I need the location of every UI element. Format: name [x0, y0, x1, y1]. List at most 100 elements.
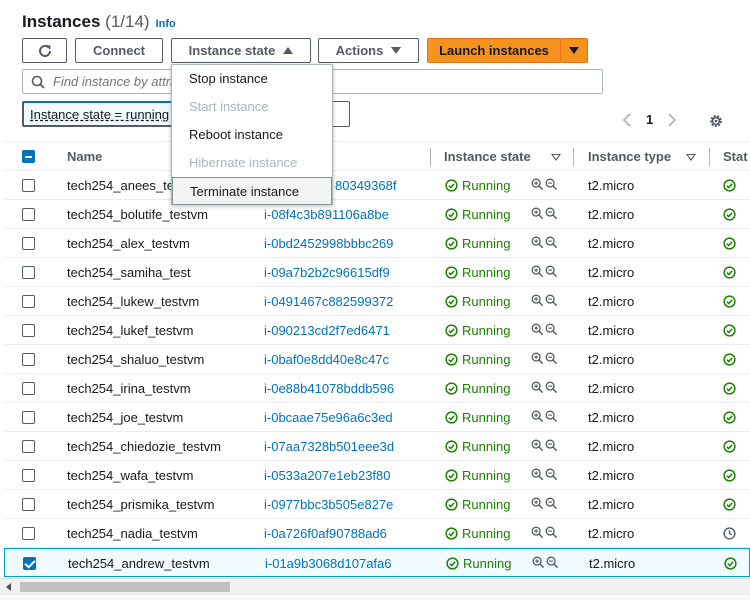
zoom-out-icon[interactable] — [545, 352, 558, 368]
column-header-instance-state[interactable]: Instance state — [444, 142, 531, 172]
zoom-out-icon[interactable] — [545, 178, 558, 194]
row-checkbox[interactable] — [22, 527, 35, 540]
instance-id-link[interactable]: i-0491467c882599372 — [264, 287, 393, 316]
zoom-in-icon[interactable] — [531, 439, 544, 455]
row-checkbox[interactable] — [22, 324, 35, 337]
instance-state-button[interactable]: Instance state — [171, 38, 311, 63]
table-row[interactable]: tech254_wafa_testvm i-0533a207e1eb23f80 Ru… — [4, 461, 750, 490]
zoom-in-icon[interactable] — [532, 556, 545, 572]
page-number[interactable]: 1 — [646, 112, 653, 127]
column-header-instance-type[interactable]: Instance type — [588, 142, 671, 172]
zoom-out-icon[interactable] — [545, 526, 558, 542]
zoom-out-icon[interactable] — [545, 323, 558, 339]
instance-id-link[interactable]: i-0baf0e8dd40e8c47c — [264, 345, 389, 374]
filter-caret-icon[interactable] — [551, 154, 561, 161]
filter-caret-icon[interactable] — [686, 154, 696, 161]
chevron-right-icon[interactable] — [667, 112, 677, 127]
zoom-in-icon[interactable] — [531, 526, 544, 542]
instance-id-link[interactable]: i-01a9b3068d107afa6 — [265, 549, 392, 578]
table-row[interactable]: tech254_lukef_testvm i-090213cd2f7ed6471 R… — [4, 316, 750, 345]
table-row[interactable]: tech254_alex_testvm i-0bd2452998bbbc269 Ru… — [4, 229, 750, 258]
filter-chip-label[interactable]: Instance state = running — [23, 102, 173, 126]
horizontal-scrollbar[interactable] — [0, 578, 750, 594]
table-row[interactable]: tech254_nadia_testvm i-0a726f0af90788ad6 R… — [4, 519, 750, 548]
instance-id-link[interactable]: i-0bcaae75e96a6c3ed — [264, 403, 393, 432]
select-all-checkbox[interactable] — [22, 150, 35, 163]
row-checkbox[interactable] — [23, 557, 36, 570]
zoom-in-icon[interactable] — [531, 381, 544, 397]
info-link[interactable]: Info — [156, 18, 176, 30]
row-checkbox[interactable] — [22, 295, 35, 308]
zoom-out-icon[interactable] — [545, 236, 558, 252]
launch-instances-button[interactable]: Launch instances — [427, 38, 561, 63]
row-checkbox[interactable] — [22, 353, 35, 366]
table-row[interactable]: tech254_andrew_testvm i-01a9b3068d107afa6… — [4, 548, 750, 577]
zoom-out-icon[interactable] — [545, 468, 558, 484]
zoom-out-icon[interactable] — [545, 265, 558, 281]
scroll-left-icon[interactable] — [6, 583, 11, 591]
column-divider[interactable] — [573, 148, 574, 166]
column-divider[interactable] — [709, 148, 710, 166]
zoom-in-icon[interactable] — [531, 410, 544, 426]
instance-id-link[interactable]: 80349368f — [335, 171, 396, 200]
row-checkbox[interactable] — [22, 440, 35, 453]
refresh-button[interactable] — [22, 38, 67, 63]
row-checkbox[interactable] — [22, 208, 35, 221]
zoom-in-icon[interactable] — [531, 294, 544, 310]
zoom-out-icon[interactable] — [545, 410, 558, 426]
menu-item-terminate-instance[interactable]: Terminate instance — [172, 177, 332, 205]
instance-id-link[interactable]: i-09a7b2b2c96615df9 — [264, 258, 390, 287]
row-checkbox[interactable] — [22, 411, 35, 424]
instance-id-link[interactable]: i-0e88b41078bddb596 — [264, 374, 394, 403]
instance-state-label: Instance state — [188, 43, 276, 58]
table-row[interactable]: tech254_bolutife_testvm i-08f4c3b891106a8… — [4, 200, 750, 229]
zoom-out-icon[interactable] — [545, 207, 558, 223]
zoom-out-icon[interactable] — [545, 381, 558, 397]
table-row[interactable]: tech254_joe_testvm i-0bcaae75e96a6c3ed Run… — [4, 403, 750, 432]
table-row[interactable]: tech254_samiha_test i-09a7b2b2c96615df9 Ru… — [4, 258, 750, 287]
row-checkbox[interactable] — [22, 469, 35, 482]
gear-icon[interactable] — [708, 113, 724, 129]
zoom-in-icon[interactable] — [531, 352, 544, 368]
column-header-name[interactable]: Name — [67, 142, 102, 172]
instance-id-link[interactable]: i-0533a207e1eb23f80 — [264, 461, 391, 490]
table-row[interactable]: tech254_chiedozie_testvm i-07aa7328b501ee… — [4, 432, 750, 461]
row-checkbox[interactable] — [22, 498, 35, 511]
row-checkbox[interactable] — [22, 266, 35, 279]
column-divider[interactable] — [430, 148, 431, 166]
menu-item-stop-instance[interactable]: Stop instance — [172, 65, 332, 93]
instance-id-link[interactable]: i-07aa7328b501eee3d — [264, 432, 394, 461]
table-row[interactable]: tech254_shaluo_testvm i-0baf0e8dd40e8c47c… — [4, 345, 750, 374]
table-row[interactable]: tech254_irina_testvm i-0e88b41078bddb596 R… — [4, 374, 750, 403]
column-header-status-check[interactable]: Stat — [723, 142, 748, 172]
zoom-out-icon[interactable] — [545, 497, 558, 513]
table-row[interactable]: tech254_anees_te 80349368f Running t2.micro — [4, 171, 750, 200]
connect-button[interactable]: Connect — [75, 38, 163, 63]
zoom-in-icon[interactable] — [531, 468, 544, 484]
instance-type: t2.micro — [588, 526, 635, 541]
zoom-in-icon[interactable] — [531, 207, 544, 223]
actions-button[interactable]: Actions — [318, 38, 419, 63]
row-checkbox[interactable] — [22, 382, 35, 395]
instance-id-link[interactable]: i-0a726f0af90788ad6 — [264, 519, 387, 548]
table-row[interactable]: tech254_lukew_testvm i-0491467c882599372 R… — [4, 287, 750, 316]
row-checkbox[interactable] — [22, 179, 35, 192]
chevron-left-icon[interactable] — [622, 112, 632, 127]
zoom-out-icon[interactable] — [545, 294, 558, 310]
menu-item-reboot-instance[interactable]: Reboot instance — [172, 121, 332, 149]
launch-dropdown-button[interactable] — [560, 38, 588, 63]
state-zoom-controls — [531, 381, 558, 397]
zoom-out-icon[interactable] — [546, 556, 559, 572]
instance-id-link[interactable]: i-0977bbc3b505e827e — [264, 490, 393, 519]
instance-id-link[interactable]: i-0bd2452998bbbc269 — [264, 229, 393, 258]
row-checkbox[interactable] — [22, 237, 35, 250]
instance-id-link[interactable]: i-090213cd2f7ed6471 — [264, 316, 390, 345]
zoom-out-icon[interactable] — [545, 439, 558, 455]
table-row[interactable]: tech254_prismika_testvm i-0977bbc3b505e82… — [4, 490, 750, 519]
zoom-in-icon[interactable] — [531, 323, 544, 339]
zoom-in-icon[interactable] — [531, 178, 544, 194]
scrollbar-thumb[interactable] — [20, 582, 230, 592]
zoom-in-icon[interactable] — [531, 497, 544, 513]
zoom-in-icon[interactable] — [531, 265, 544, 281]
zoom-in-icon[interactable] — [531, 236, 544, 252]
